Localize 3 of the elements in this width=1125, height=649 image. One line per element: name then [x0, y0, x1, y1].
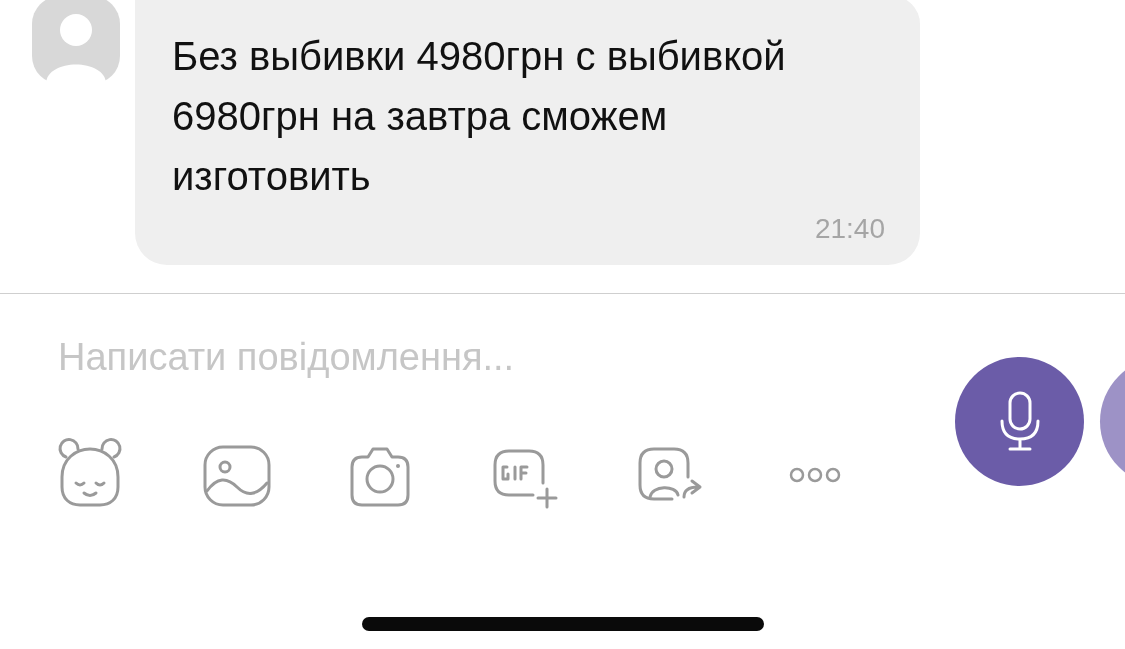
message-time: 21:40: [814, 213, 885, 245]
message-input[interactable]: Написати повідомлення...: [58, 336, 758, 379]
message-text: Без выбивки 4980грн с выбивкой 6980грн на завтра сможем изготовить: [172, 33, 787, 200]
